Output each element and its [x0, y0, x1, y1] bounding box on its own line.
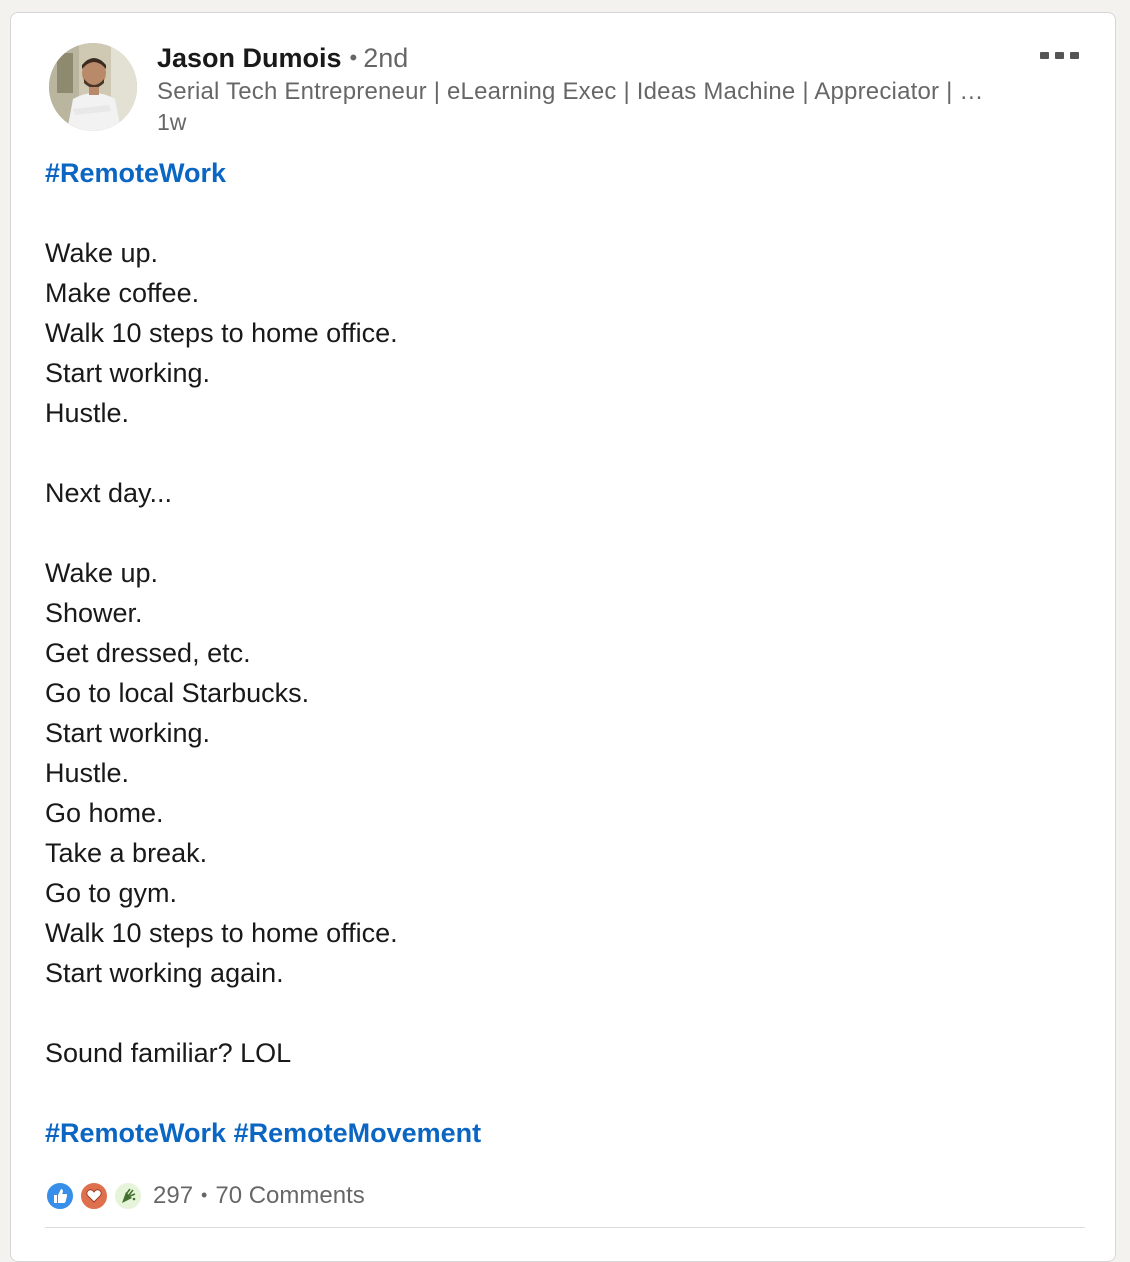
- post-line: Sound familiar? LOL: [45, 1038, 292, 1068]
- author-headline: Serial Tech Entrepreneur | eLearning Exe…: [157, 78, 984, 105]
- post-card: Jason Dumois • 2nd Serial Tech Entrepreneu…: [10, 12, 1116, 1262]
- post-timestamp: 1w: [157, 109, 187, 135]
- post-line: Go home.: [45, 798, 164, 828]
- social-counts-bar: 297 • 70 Comments: [45, 1179, 365, 1213]
- post-line: Shower.: [45, 598, 143, 628]
- author-name-line: Jason Dumois • 2nd: [157, 41, 408, 75]
- more-options-button[interactable]: [1033, 43, 1085, 67]
- post-line: Hustle.: [45, 758, 130, 788]
- hashtag-line: #RemoteWork: [45, 153, 1085, 193]
- post-line: Go to local Starbucks.: [45, 678, 310, 708]
- post-text: #RemoteWork Wake up. Make coffee. Walk 10 s…: [45, 153, 1085, 1153]
- post-line: Start working again.: [45, 958, 284, 988]
- celebrate-reaction-icon: [113, 1181, 143, 1211]
- post-line: Take a break.: [45, 838, 208, 868]
- post-line: Wake up.: [45, 558, 159, 588]
- author-name[interactable]: Jason Dumois: [157, 43, 342, 73]
- post-line: Go to gym.: [45, 878, 178, 908]
- hashtag-link[interactable]: #RemoteMovement: [234, 1118, 482, 1148]
- degree-separator: •: [349, 45, 358, 70]
- connection-degree: 2nd: [363, 43, 409, 73]
- post-line: Walk 10 steps to home office.: [45, 318, 398, 348]
- hashtag-link[interactable]: #RemoteWork: [45, 1118, 226, 1148]
- hashtag-link[interactable]: #RemoteWork: [45, 158, 226, 188]
- post-line: Walk 10 steps to home office.: [45, 918, 398, 948]
- post-line: Start working.: [45, 358, 211, 388]
- comments-count-link[interactable]: 70 Comments: [215, 1182, 364, 1209]
- author-photo: [49, 43, 137, 131]
- post-line: Wake up.: [45, 238, 159, 268]
- love-reaction-icon: [79, 1181, 109, 1211]
- post-line: Start working.: [45, 718, 211, 748]
- social-counts: 297 • 70 Comments: [153, 1182, 365, 1210]
- more-options-icon: [1039, 51, 1049, 59]
- post-line: Make coffee.: [45, 278, 200, 308]
- author-avatar[interactable]: [49, 43, 137, 131]
- post-line: Next day...: [45, 478, 173, 508]
- like-reaction-icon: [45, 1181, 75, 1211]
- reaction-count[interactable]: 297: [153, 1182, 193, 1209]
- divider: [45, 1227, 1085, 1228]
- counts-separator: •: [201, 1185, 208, 1205]
- post-line: Hustle.: [45, 398, 130, 428]
- hashtag-line: #RemoteWork #RemoteMovement: [45, 1113, 1085, 1153]
- post-line: Get dressed, etc.: [45, 638, 251, 668]
